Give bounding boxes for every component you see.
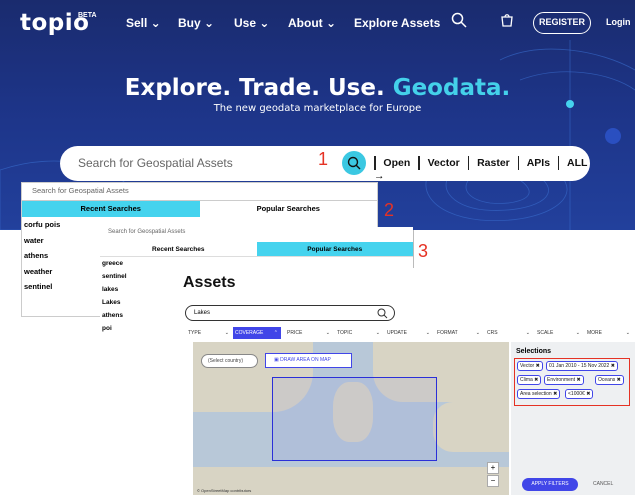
filter-format[interactable]: FORMAT ⌄ (435, 327, 483, 339)
assets-panel: Assets Lakes TYPE ⌄ COVERAGE ⌃ PRICE ⌄ TOPI… (183, 268, 635, 495)
search-icon (347, 156, 361, 170)
chip-environment[interactable]: Environment ✖ (544, 375, 584, 385)
cancel-button[interactable]: CANCEL (593, 478, 613, 491)
tab-popular-searches[interactable]: Popular Searches (256, 242, 413, 256)
decor-dot (605, 128, 621, 144)
chevron-down-icon: ⌄ (475, 330, 480, 336)
filter-bar: TYPE ⌄ COVERAGE ⌃ PRICE ⌄ TOPIC ⌄ UPDATE ⌄ FO… (183, 327, 635, 339)
selections-title: Selections (516, 348, 552, 355)
nav-buy[interactable]: Buy ⌄ (178, 16, 214, 30)
dropdown-search-input[interactable]: Search for Geospatial Assets (100, 227, 413, 242)
annotation-3: 3 (418, 241, 429, 261)
hero-quick-links: Open Vector Raster APIs ALL → (374, 156, 590, 182)
filter-price[interactable]: PRICE ⌄ (285, 327, 333, 339)
selections-panel: Selections Vector ✖ 01 Jan 2010 - 15 Nov… (511, 342, 635, 495)
nav-use[interactable]: Use ⌄ (234, 16, 269, 30)
dropdown-tabs: Recent Searches Popular Searches (22, 201, 377, 217)
divider (374, 156, 376, 170)
chevron-down-icon: ⌄ (525, 330, 530, 336)
divider (418, 156, 420, 170)
assets-search-input[interactable]: Lakes (185, 305, 395, 321)
nav-explore-assets[interactable]: Explore Assets (354, 16, 440, 30)
hero-search-button[interactable] (342, 151, 366, 175)
divider (517, 156, 520, 170)
coverage-map[interactable]: (Select country) ▣ DRAW AREA ON MAP + − … (193, 342, 509, 495)
selected-area[interactable] (272, 377, 437, 461)
dropdown-tabs: Recent Searches Popular Searches (100, 242, 413, 257)
nav-sell[interactable]: Sell ⌄ (126, 16, 161, 30)
zoom-in-button[interactable]: + (487, 462, 499, 474)
dropdown-search-input[interactable]: Search for Geospatial Assets (22, 183, 377, 201)
search-icon (377, 308, 388, 319)
filter-coverage[interactable]: COVERAGE ⌃ (233, 327, 281, 339)
chevron-down-icon: ⌄ (425, 330, 430, 336)
annotation-1: 1 (318, 149, 329, 169)
assets-search-value[interactable]: Lakes (194, 310, 210, 316)
chip-date-range[interactable]: 01 Jan 2010 - 15 Nov 2022 ✖ (546, 361, 618, 371)
beta-badge: BETA (78, 12, 97, 19)
register-button[interactable]: REGISTER (533, 12, 591, 34)
apply-filters-button[interactable]: APPLY FILTERS (522, 478, 578, 491)
divider (413, 230, 414, 270)
annotation-2: 2 (384, 200, 395, 220)
select-country-dropdown[interactable]: (Select country) (201, 354, 258, 368)
filter-more[interactable]: MORE ⌄ (585, 327, 633, 339)
filter-scale[interactable]: SCALE ⌄ (535, 327, 583, 339)
divider (467, 156, 470, 170)
search-icon[interactable] (451, 12, 467, 33)
chevron-down-icon: ⌄ (625, 330, 630, 336)
chip-oceans[interactable]: Oceans ✖ (595, 375, 624, 385)
quick-link-apis[interactable]: APIs (527, 157, 550, 169)
quick-link-open[interactable]: Open (383, 157, 410, 169)
filter-topic[interactable]: TOPIC ⌄ (335, 327, 383, 339)
chevron-up-icon: ⌃ (273, 330, 278, 336)
zoom-out-button[interactable]: − (487, 475, 499, 487)
chevron-down-icon: ⌄ (224, 330, 229, 336)
top-navbar: topio BETA Sell ⌄ Buy ⌄ Use ⌄ About ⌄ Ex… (0, 0, 635, 46)
chip-price[interactable]: <1000€ ✖ (565, 389, 594, 399)
chip-vector[interactable]: Vector ✖ (517, 361, 543, 371)
chevron-down-icon: ⌄ (575, 330, 580, 336)
nav-about[interactable]: About ⌄ (288, 16, 336, 30)
tab-popular-searches[interactable]: Popular Searches (200, 201, 378, 217)
filter-update[interactable]: UPDATE ⌄ (385, 327, 433, 339)
divider (557, 156, 560, 170)
map-attribution[interactable]: © OpenStreetMap contributors (197, 488, 251, 493)
map-land (433, 402, 509, 452)
filter-crs[interactable]: CRS ⌄ (485, 327, 533, 339)
chevron-down-icon: ⌄ (325, 330, 330, 336)
quick-link-raster[interactable]: Raster (477, 157, 510, 169)
login-link[interactable]: Login (606, 17, 631, 27)
chip-area-selection[interactable]: Area selection ✖ (517, 389, 561, 399)
selections-highlight: Vector ✖ 01 Jan 2010 - 15 Nov 2022 ✖ Cli… (514, 358, 630, 406)
tab-recent-searches[interactable]: Recent Searches (22, 201, 200, 217)
tab-recent-searches[interactable]: Recent Searches (100, 242, 257, 256)
hero-search-placeholder[interactable]: Search for Geospatial Assets (78, 156, 233, 170)
hero-subtitle: The new geodata marketplace for Europe (213, 103, 422, 114)
assets-title: Assets (183, 274, 236, 291)
cart-icon[interactable] (499, 12, 515, 33)
chip-clima[interactable]: Clima ✖ (517, 375, 542, 385)
hero-title: Explore. Trade. Use. Geodata. (124, 75, 511, 101)
draw-area-button[interactable]: ▣ DRAW AREA ON MAP (265, 353, 352, 368)
chevron-down-icon: ⌄ (375, 330, 380, 336)
quick-link-vector[interactable]: Vector (428, 157, 460, 169)
filter-type[interactable]: TYPE ⌄ (186, 327, 232, 339)
